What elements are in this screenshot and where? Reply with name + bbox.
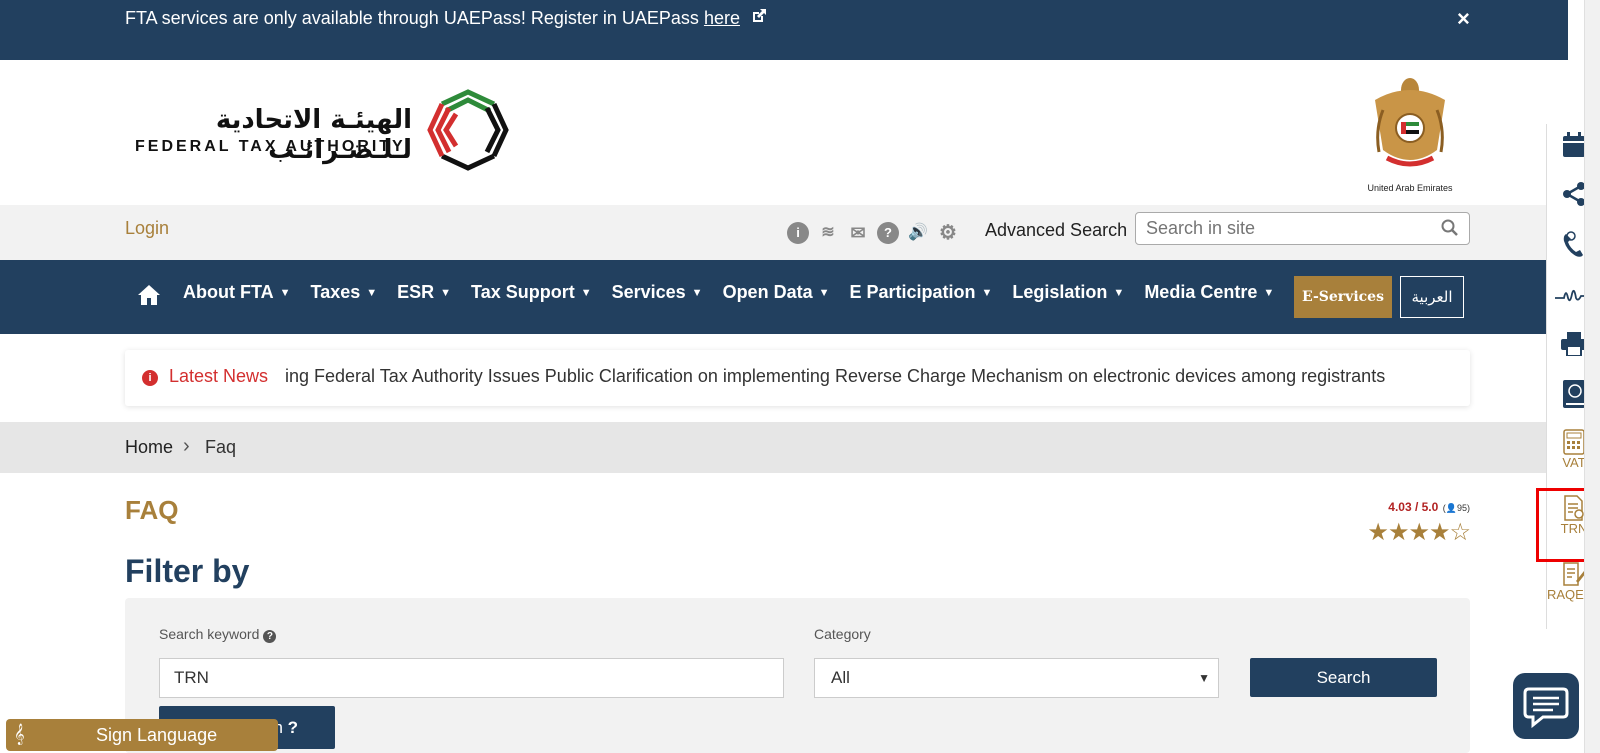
chevron-down-icon: ▼ <box>1263 287 1275 299</box>
keyword-label: Search keyword? <box>159 626 277 643</box>
banner-link[interactable]: here <box>704 8 740 28</box>
sign-language-button[interactable]: 𝄞 Sign Language <box>6 719 278 751</box>
chevron-down-icon: ▼ <box>366 287 378 299</box>
chevron-down-icon: ▼ <box>1198 671 1210 685</box>
external-link-icon[interactable] <box>751 8 767 29</box>
nav-item-legislation[interactable]: Legislation ▼ <box>1012 282 1124 303</box>
accessibility-icons: i ≋ ✉ ? 🔊 ⚙ <box>787 222 959 244</box>
filter-title: Filter by <box>125 553 250 589</box>
chevron-down-icon: ▼ <box>981 287 993 299</box>
nav-menu: About FTA ▼ Taxes ▼ ESR ▼ Tax Support ▼ Serv… <box>183 282 1294 303</box>
mail-icon[interactable]: ✉ <box>847 222 869 244</box>
filter-panel: Search keyword? Category All ▼ Search on… <box>125 598 1470 753</box>
emblem-label: United Arab Emirates <box>1367 183 1453 193</box>
edit-document-icon <box>1563 562 1586 586</box>
rating-count: (👤95) <box>1442 503 1470 513</box>
nav-item-e-participation[interactable]: E Participation ▼ <box>849 282 992 303</box>
news-ticker-text[interactable]: ing Federal Tax Authority Issues Public … <box>285 366 1385 387</box>
chevron-down-icon: ▼ <box>440 287 452 299</box>
chat-button[interactable] <box>1513 673 1579 739</box>
sign-language-label: Sign Language <box>96 725 218 745</box>
help-icon[interactable]: ? <box>263 630 277 643</box>
category-label: Category <box>814 626 871 642</box>
star-filled-icon: ★ <box>1408 519 1429 546</box>
category-selected-value: All <box>831 668 850 687</box>
chevron-down-icon: ▼ <box>691 287 703 299</box>
chevron-down-icon: ▼ <box>818 287 830 299</box>
main-navigation: About FTA ▼ Taxes ▼ ESR ▼ Tax Support ▼ Serv… <box>0 260 1568 334</box>
rating-stars[interactable]: ★★★★☆ <box>1350 518 1471 547</box>
utility-bar: Login i ≋ ✉ ? 🔊 ⚙ Advanced Search <box>0 205 1568 260</box>
volume-icon[interactable]: 🔊 <box>907 222 929 244</box>
uae-emblem-icon <box>1365 70 1455 190</box>
star-filled-icon: ★ <box>1367 519 1388 546</box>
breadcrumb: Home › Faq <box>0 422 1568 473</box>
category-select[interactable]: All ▼ <box>814 658 1219 698</box>
fta-logo-icon[interactable] <box>422 84 514 176</box>
nav-item-tax-support[interactable]: Tax Support ▼ <box>471 282 592 303</box>
chevron-down-icon: ▼ <box>580 287 592 299</box>
latest-news-label: Latest News <box>169 366 269 386</box>
nav-item-services[interactable]: Services ▼ <box>612 282 703 303</box>
chevron-down-icon: ▼ <box>1113 287 1125 299</box>
arabic-language-button[interactable]: العربية <box>1400 276 1464 318</box>
chevron-right-icon: › <box>183 435 190 457</box>
nav-item-esr[interactable]: ESR ▼ <box>397 282 451 303</box>
nav-item-open-data[interactable]: Open Data ▼ <box>723 282 830 303</box>
latest-news-ticker: i Latest News ing Federal Tax Authority … <box>125 350 1470 406</box>
calculator-icon <box>1563 429 1585 455</box>
banner-message: FTA services are only available through … <box>125 8 767 29</box>
breadcrumb-home[interactable]: Home <box>125 437 173 458</box>
login-link[interactable]: Login <box>125 218 169 239</box>
info-icon[interactable]: i <box>787 222 809 244</box>
page-rating: 4.03 / 5.0 (👤95) ★★★★☆ <box>1350 498 1471 547</box>
star-filled-icon: ★ <box>1428 519 1450 546</box>
banner-text: FTA services are only available through … <box>125 8 699 28</box>
rating-score: 4.03 / 5.0 <box>1388 500 1439 514</box>
question-icon: ? <box>287 718 299 737</box>
site-search-input[interactable] <box>1136 213 1426 244</box>
breadcrumb-current: Faq <box>205 437 237 457</box>
wifi-icon[interactable]: ≋ <box>817 222 839 244</box>
keyword-input[interactable] <box>159 658 784 698</box>
hearing-icon: 𝄞 <box>14 724 25 744</box>
logo-arabic-text[interactable]: الهيئـة الاتحادية لـلـضـرائـب <box>132 105 412 165</box>
help-icon[interactable]: ? <box>877 222 899 244</box>
search-button[interactable]: Search <box>1250 658 1437 697</box>
home-icon[interactable] <box>137 284 161 306</box>
e-services-button[interactable]: E-Services <box>1294 276 1392 318</box>
alert-icon: i <box>142 370 158 386</box>
advanced-search-link[interactable]: Advanced Search <box>985 220 1127 241</box>
nav-item-about-fta[interactable]: About FTA ▼ <box>183 282 291 303</box>
logo-english-text[interactable]: FEDERAL TAX AUTHORITY <box>135 138 406 156</box>
site-search <box>1135 212 1470 245</box>
settings-icon[interactable]: ⚙ <box>937 222 959 244</box>
search-icon[interactable] <box>1441 219 1459 237</box>
announcement-banner: FTA services are only available through … <box>0 0 1568 60</box>
close-banner-button[interactable]: × <box>1457 6 1470 32</box>
nav-item-media-centre[interactable]: Media Centre ▼ <box>1144 282 1274 303</box>
chevron-down-icon: ▼ <box>279 287 291 299</box>
star-empty-icon: ☆ <box>1449 519 1470 546</box>
nav-item-taxes[interactable]: Taxes ▼ <box>311 282 378 303</box>
user-icon: 👤 <box>1445 503 1457 513</box>
page-title: FAQ <box>125 495 179 525</box>
star-filled-icon: ★ <box>1387 519 1409 546</box>
site-header: الهيئـة الاتحادية لـلـضـرائـب FEDERAL TA… <box>0 60 1568 205</box>
scrollbar[interactable] <box>1584 0 1600 753</box>
chat-icon <box>1523 687 1569 729</box>
